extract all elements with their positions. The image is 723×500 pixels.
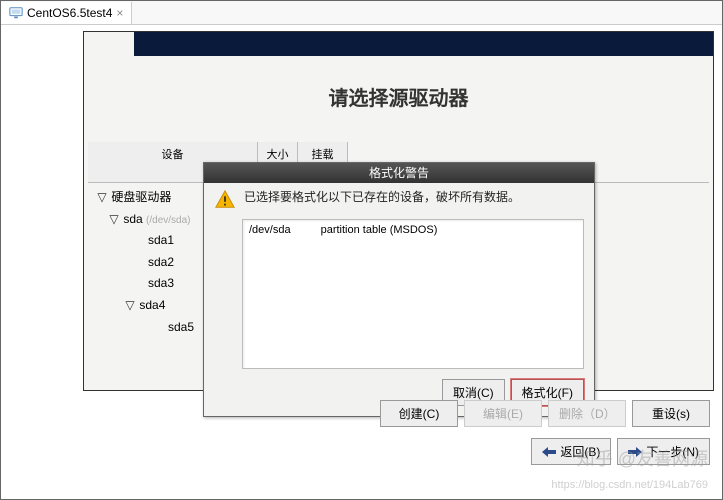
page-title: 请选择源驱动器 (84, 82, 713, 111)
next-button[interactable]: 下一步(N) (617, 438, 710, 465)
top-banner (134, 32, 713, 56)
warning-icon (214, 189, 236, 211)
dialog-message: 已选择要格式化以下已存在的设备，破坏所有数据。 (244, 189, 520, 206)
device-path: /dev/sda (249, 224, 291, 236)
chevron-down-icon[interactable]: ▽ (96, 187, 108, 209)
tab-label: CentOS6.5test4 (27, 6, 112, 20)
watermark-url: https://blog.csdn.net/194Lab769 (551, 479, 708, 491)
chevron-down-icon[interactable]: ▽ (124, 295, 136, 317)
arrow-right-icon (628, 447, 642, 457)
delete-button: 删除（D） (548, 400, 626, 427)
nav-buttons: 返回(B) 下一步(N) (531, 438, 710, 465)
partition-actions: 创建(C) 编辑(E) 删除（D） 重设(s) (380, 400, 710, 427)
device-list[interactable]: /dev/sda partition table (MSDOS) (242, 219, 584, 369)
tab-bar: CentOS6.5test4 × (1, 1, 722, 25)
list-item[interactable]: /dev/sda partition table (MSDOS) (249, 224, 577, 236)
back-button[interactable]: 返回(B) (531, 438, 611, 465)
create-button[interactable]: 创建(C) (380, 400, 458, 427)
vm-tab[interactable]: CentOS6.5test4 × (1, 2, 132, 24)
monitor-icon (9, 6, 23, 20)
close-icon[interactable]: × (116, 6, 123, 20)
format-warning-dialog: 格式化警告 已选择要格式化以下已存在的设备，破坏所有数据。 /dev/sda p… (203, 162, 595, 417)
reset-button[interactable]: 重设(s) (632, 400, 710, 427)
edit-button: 编辑(E) (464, 400, 542, 427)
chevron-down-icon[interactable]: ▽ (108, 209, 120, 231)
device-detail: partition table (MSDOS) (321, 224, 438, 236)
dialog-title: 格式化警告 (204, 163, 594, 183)
arrow-left-icon (542, 447, 556, 457)
